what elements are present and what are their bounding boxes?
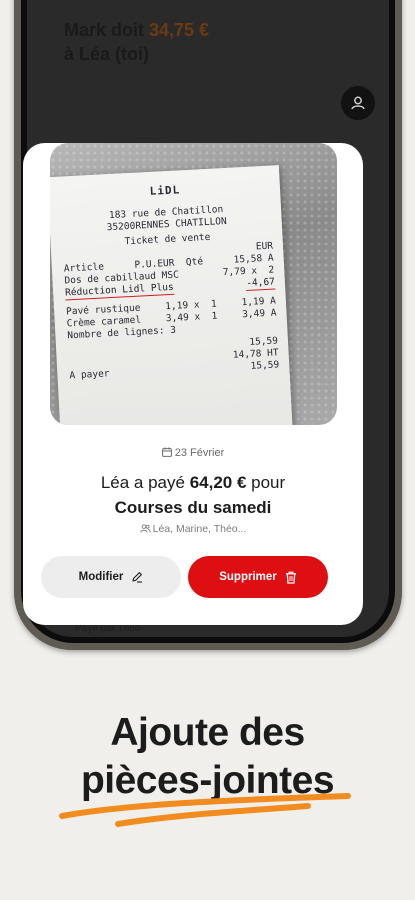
paid-summary: Léa a payé 64,20 € pour [23, 473, 363, 493]
user-avatar-icon[interactable] [341, 86, 375, 120]
receipt-col-eur: EUR [255, 240, 274, 253]
paid-prefix: Léa a payé [100, 473, 190, 492]
expense-date-text: 23 Février [174, 447, 225, 459]
receipt-discount-value: -4,67 [246, 276, 276, 291]
avatar-glyph [351, 96, 365, 110]
paid-suffix: pour [246, 473, 286, 492]
edit-button[interactable]: Modifier [41, 556, 181, 598]
receipt-item-3-price: 3,49 A [241, 307, 277, 321]
calendar-icon [161, 447, 172, 457]
expense-detail-modal: LiDL 183 rue de Chatillon 35200RENNES CH… [23, 143, 363, 625]
background-balance-title: Mark doit 34,75 € à Léa (toi) [64, 18, 209, 66]
delete-button[interactable]: Supprimer [188, 556, 328, 598]
people-icon [139, 524, 151, 533]
participants-text: Léa, Marine, Théo... [152, 523, 247, 535]
edit-button-label: Modifier [78, 571, 124, 583]
expense-title: Courses du samedi [114, 498, 272, 517]
receipt-topay-label: A payer [69, 368, 110, 382]
headline-highlight-stroke [59, 793, 351, 827]
receipt-photo[interactable]: LiDL 183 rue de Chatillon 35200RENNES CH… [50, 143, 337, 425]
trash-icon [285, 571, 296, 584]
receipt-topay-value: 15,59 [250, 359, 280, 372]
background-title-line2: à Léa (toi) [64, 44, 150, 64]
delete-button-label: Supprimer [219, 571, 277, 583]
background-title-amount: 34,75 € [149, 20, 210, 40]
participants-line: Léa, Marine, Théo... [23, 523, 363, 535]
expense-date: 23 Février [23, 447, 363, 459]
paid-amount: 64,20 € [189, 473, 247, 492]
background-title-prefix: Mark doit [64, 20, 150, 40]
receipt-paper: LiDL 183 rue de Chatillon 35200RENNES CH… [50, 165, 293, 425]
pencil-icon [132, 572, 143, 583]
headline-line-1: Ajoute des [110, 711, 305, 754]
receipt-logo: LiDL [149, 183, 181, 198]
